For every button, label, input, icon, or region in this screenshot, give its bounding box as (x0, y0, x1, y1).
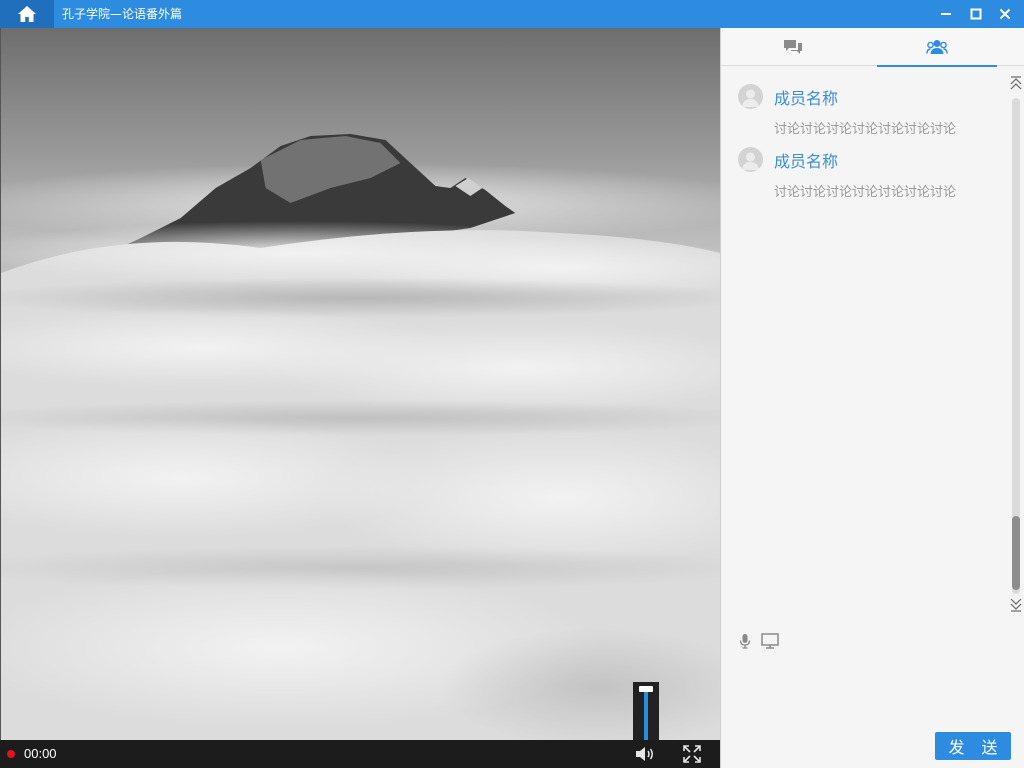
side-panel: 成员名称 讨论讨论讨论讨论讨论讨论讨论 成员名称 讨论讨论讨论讨论讨论讨论讨论 (720, 28, 1024, 768)
title-bar: 孔子学院—论语番外篇 (0, 0, 1024, 28)
send-button[interactable]: 发 送 (935, 732, 1011, 760)
player-control-bar: 00:00 (0, 740, 720, 768)
microphone-icon (739, 634, 751, 649)
volume-slider[interactable] (633, 682, 659, 740)
home-button[interactable] (0, 0, 54, 28)
tab-members[interactable] (877, 28, 997, 67)
scroll-to-top-button[interactable] (1010, 76, 1022, 90)
minimize-button[interactable] (932, 0, 960, 28)
record-dot-icon (7, 750, 15, 758)
member-name[interactable]: 成员名称 (774, 148, 838, 172)
playback-time: 00:00 (24, 746, 57, 761)
list-item: 成员名称 讨论讨论讨论讨论讨论讨论讨论 (721, 141, 1009, 204)
volume-button[interactable] (634, 744, 656, 764)
message-list: 成员名称 讨论讨论讨论讨论讨论讨论讨论 成员名称 讨论讨论讨论讨论讨论讨论讨论 (721, 78, 1009, 623)
double-chevron-up-icon (1010, 76, 1022, 90)
fullscreen-icon (683, 745, 701, 763)
home-icon (18, 6, 36, 22)
double-chevron-down-icon (1010, 598, 1022, 612)
avatar (738, 147, 763, 172)
panel-tabs (721, 28, 1024, 67)
message-text: 讨论讨论讨论讨论讨论讨论讨论 (774, 185, 957, 200)
microphone-button[interactable] (735, 632, 755, 650)
maximize-icon (970, 8, 982, 20)
window-title: 孔子学院—论语番外篇 (62, 7, 183, 21)
message-text: 讨论讨论讨论讨论讨论讨论讨论 (774, 122, 957, 137)
close-icon (999, 8, 1011, 20)
user-icon (742, 89, 759, 107)
avatar (738, 84, 763, 109)
volume-level-fill (644, 690, 648, 740)
members-icon (926, 40, 948, 54)
screen-share-icon (761, 633, 779, 649)
maximize-button[interactable] (962, 0, 990, 28)
video-frame (1, 28, 720, 740)
screen-share-button[interactable] (760, 632, 780, 650)
close-button[interactable] (991, 0, 1019, 28)
scroll-to-bottom-button[interactable] (1010, 598, 1022, 612)
user-icon (742, 152, 759, 170)
volume-slider-handle[interactable] (639, 686, 653, 692)
minimize-icon (941, 13, 951, 15)
member-name[interactable]: 成员名称 (774, 85, 838, 109)
message-scrollbar[interactable] (1008, 76, 1022, 621)
scroll-thumb[interactable] (1012, 516, 1020, 590)
tab-chat[interactable] (733, 28, 853, 66)
list-item: 成员名称 讨论讨论讨论讨论讨论讨论讨论 (721, 78, 1009, 141)
fullscreen-button[interactable] (681, 744, 703, 764)
video-player[interactable] (0, 28, 720, 740)
volume-icon (636, 747, 653, 761)
chat-bubbles-icon (784, 40, 802, 54)
